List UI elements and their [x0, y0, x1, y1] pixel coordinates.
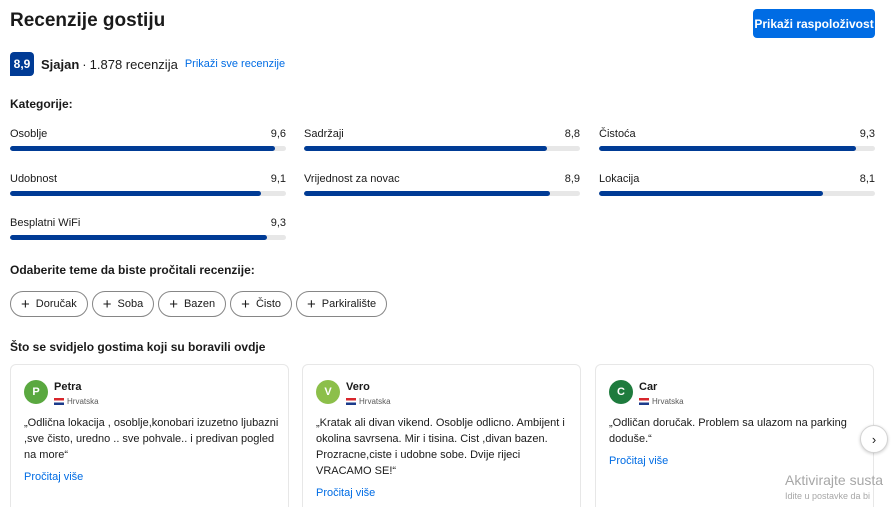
chip-label: Doručak [35, 298, 77, 310]
category-score: 8,1 [859, 173, 875, 185]
watermark-line-2: Idite u postavke da bi [785, 491, 871, 501]
reviewer-name: Petra [54, 381, 82, 393]
category-label: Lokacija [599, 173, 640, 185]
topic-chip-clean[interactable]: + Čisto [230, 291, 292, 317]
topic-chip-parking[interactable]: + Parkiralište [296, 291, 388, 317]
reviewer-name: Car [639, 381, 658, 393]
category-item: Sadržaji 8,8 [304, 128, 580, 158]
plus-icon: + [21, 295, 30, 313]
chip-label: Bazen [183, 298, 216, 310]
read-more-link[interactable]: Pročitaj više [24, 471, 83, 483]
topics-heading: Odaberite teme da biste pročitali recenz… [10, 263, 255, 277]
read-more-link[interactable]: Pročitaj više [316, 487, 375, 499]
show-availability-button[interactable]: Prikaži raspoloživost [753, 9, 875, 38]
country-label: Hrvatska [652, 397, 684, 406]
watermark-line-1: Aktivirajte susta [785, 472, 884, 488]
country-label: Hrvatska [359, 397, 391, 406]
croatia-flag-icon [346, 398, 356, 405]
category-bar [599, 191, 875, 196]
category-item: Vrijednost za novac 8,9 [304, 173, 580, 203]
chip-label: Parkiralište [321, 298, 377, 310]
category-label: Besplatni WiFi [10, 217, 81, 229]
category-item: Čistoća 9,3 [599, 128, 875, 158]
reviewer-country: Hrvatska [54, 397, 99, 406]
category-bar-fill [599, 146, 856, 151]
croatia-flag-icon [54, 398, 64, 405]
windows-activation-watermark: Aktivirajte susta Idite u postavke da bi [785, 472, 883, 501]
category-label: Osoblje [10, 128, 48, 140]
avatar: P [24, 380, 48, 404]
category-score: 8,9 [564, 173, 580, 185]
score-badge: 8,9 [10, 52, 34, 76]
reviewer-country: Hrvatska [346, 397, 391, 406]
category-bar [10, 146, 286, 151]
review-text: „Odličan doručak. Problem sa ulazom na p… [609, 417, 847, 445]
category-score: 9,3 [859, 128, 875, 140]
score-label: Sjajan [41, 56, 80, 72]
reviewer-country: Hrvatska [639, 397, 684, 406]
category-bar [599, 146, 875, 151]
category-item: Lokacija 8,1 [599, 173, 875, 203]
show-all-reviews-link[interactable]: Prikaži sve recenzije [185, 58, 285, 70]
category-bar-fill [599, 191, 823, 196]
liked-heading: Što se svidjelo gostima koji su boravili… [10, 340, 266, 354]
avatar: V [316, 380, 340, 404]
category-bar-fill [10, 191, 262, 196]
category-score: 9,1 [270, 173, 286, 185]
category-bar-fill [304, 146, 547, 151]
category-bar [10, 191, 286, 196]
plus-icon: + [307, 295, 316, 313]
chip-label: Čisto [255, 298, 281, 310]
country-label: Hrvatska [67, 397, 99, 406]
avatar: C [609, 380, 633, 404]
category-score: 9,3 [270, 217, 286, 229]
page-title: Recenzije gostiju [10, 10, 166, 31]
category-score: 9,6 [270, 128, 286, 140]
category-bar-fill [10, 235, 267, 240]
category-bar [304, 146, 580, 151]
topic-chip-room[interactable]: + Soba [91, 291, 155, 317]
score-separator: · [82, 56, 87, 72]
category-item: Besplatni WiFi 9,3 [10, 217, 286, 247]
chevron-right-icon: › [871, 431, 877, 447]
category-bar [10, 235, 286, 240]
review-card: V Vero Hrvatska „Kratak ali divan vikend… [302, 364, 581, 507]
topic-chips: + Doručak + Soba + Bazen + Čisto + Parkirališ… [10, 291, 388, 317]
reviewer-name: Vero [346, 381, 370, 393]
category-label: Vrijednost za novac [304, 173, 400, 185]
category-bar [304, 191, 580, 196]
read-more-link[interactable]: Pročitaj više [609, 455, 668, 467]
review-text: „Kratak ali divan vikend. Osoblje odlicn… [316, 417, 565, 477]
category-bar-fill [10, 146, 275, 151]
croatia-flag-icon [639, 398, 649, 405]
category-item: Udobnost 9,1 [10, 173, 286, 203]
category-score: 8,8 [564, 128, 580, 140]
category-label: Sadržaji [304, 128, 344, 140]
topic-chip-pool[interactable]: + Bazen [158, 291, 227, 317]
next-arrow-button[interactable]: › [860, 425, 888, 453]
categories-heading: Kategorije: [10, 97, 73, 111]
review-count: 1.878 recenzija [89, 56, 178, 72]
plus-icon: + [241, 295, 250, 313]
chip-label: Soba [117, 298, 144, 310]
topic-chip-breakfast[interactable]: + Doručak [10, 291, 88, 317]
category-bar-fill [304, 191, 550, 196]
plus-icon: + [169, 295, 178, 313]
review-text: „Odlična lokacija , osoblje,konobari izu… [24, 417, 279, 461]
category-label: Čistoća [599, 128, 636, 140]
category-label: Udobnost [10, 173, 58, 185]
category-item: Osoblje 9,6 [10, 128, 286, 158]
overall-score-row: 8,9 Sjajan · 1.878 recenzija Prikaži sve… [10, 52, 285, 76]
review-card: P Petra Hrvatska „Odlična lokacija , oso… [10, 364, 289, 507]
plus-icon: + [102, 295, 112, 313]
